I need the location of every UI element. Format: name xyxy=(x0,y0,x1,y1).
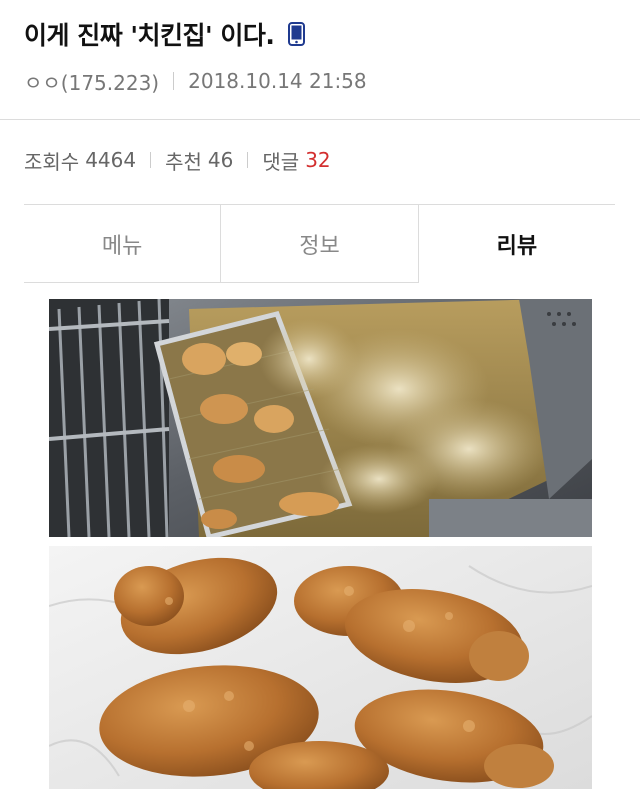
recommend-count: 46 xyxy=(207,148,234,172)
fried-chicken-photo xyxy=(49,546,592,789)
author-name[interactable]: ㅇㅇ(175.223) xyxy=(24,67,159,96)
tab-menu[interactable]: 메뉴 xyxy=(24,205,221,283)
tab-bar: 메뉴 정보 리뷰 xyxy=(24,204,615,283)
stats-divider xyxy=(247,152,249,168)
title-row: 이게 진짜 '치킨집' 이다. xyxy=(24,14,616,54)
stats-divider xyxy=(150,152,152,168)
comments-count[interactable]: 32 xyxy=(305,148,330,172)
views-label: 조회수 xyxy=(24,149,80,174)
post-header: 이게 진짜 '치킨집' 이다. ㅇㅇ(175.223) 2018.10.14 2… xyxy=(24,14,616,96)
comments-label[interactable]: 댓글 xyxy=(262,146,299,175)
post-stats: 조회수 4464 추천 46 댓글 32 xyxy=(24,146,331,174)
post-meta: ㅇㅇ(175.223) 2018.10.14 21:58 xyxy=(24,67,616,96)
post-title: 이게 진짜 '치킨집' 이다. xyxy=(24,21,275,50)
tab-review[interactable]: 리뷰 xyxy=(417,205,615,283)
mobile-phone-icon xyxy=(288,22,306,46)
fryer-photo xyxy=(49,299,592,537)
post-datetime: 2018.10.14 21:58 xyxy=(188,69,367,93)
header-divider xyxy=(0,119,640,120)
recommend-label: 추천 xyxy=(165,149,202,174)
views-count: 4464 xyxy=(85,148,137,172)
meta-divider xyxy=(173,72,175,90)
tab-info[interactable]: 정보 xyxy=(220,205,418,283)
